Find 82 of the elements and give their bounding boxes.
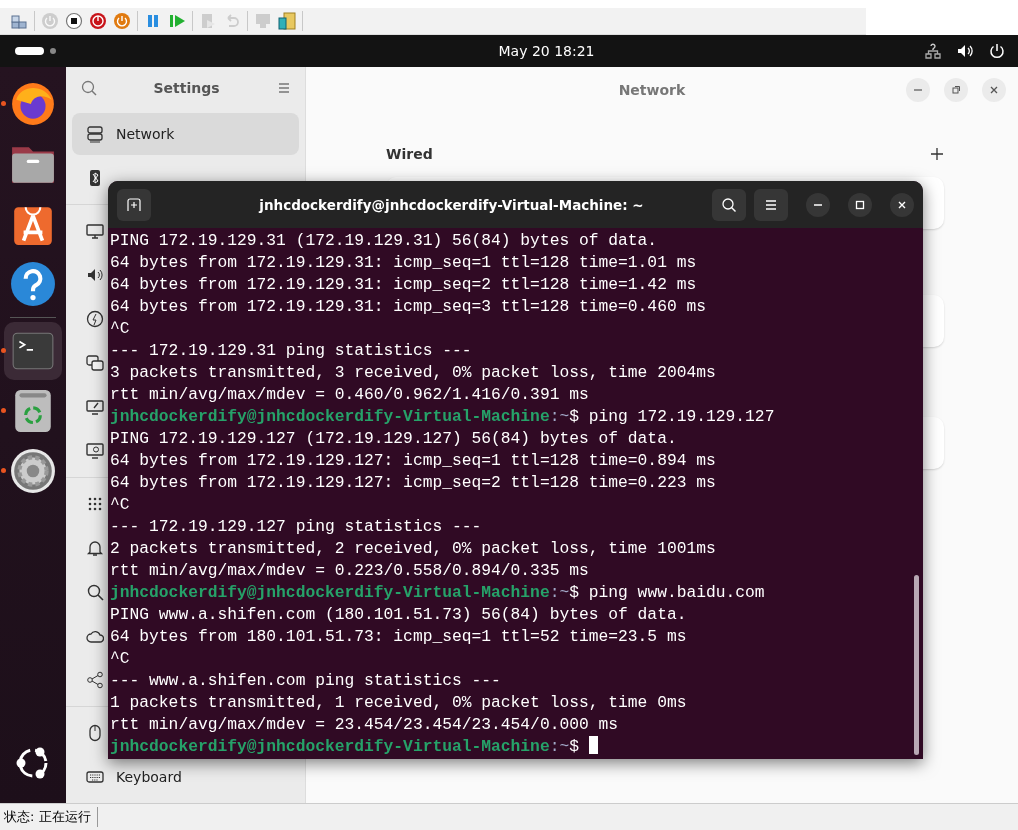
prompt-path: :~ <box>549 737 570 756</box>
add-icon[interactable] <box>930 147 944 161</box>
sidebar-title: Settings <box>152 79 221 96</box>
terminal-output: --- www.a.shifen.com ping statistics --- <box>110 671 501 690</box>
menu-button[interactable] <box>754 188 788 221</box>
search-icon <box>721 196 737 213</box>
terminal-output: 3 packets transmitted, 3 received, 0% packet loss, time 2004ms <box>110 363 716 382</box>
archive-icon[interactable] <box>278 12 296 30</box>
terminal-output: rtt min/avg/max/mdev = 0.223/0.558/0.894/0.335 ms <box>110 561 589 580</box>
network-icon <box>86 125 104 143</box>
terminal-output: 64 bytes from 172.19.129.127: icmp_seq=1 ttl=128 time=0.894 ms <box>110 451 716 470</box>
terminal-output: rtt min/avg/max/mdev = 23.454/23.454/23.454/0.000 ms <box>110 715 619 734</box>
close-button[interactable] <box>890 192 914 217</box>
keyboard-icon <box>86 768 104 786</box>
sidebar-item[interactable]: Keyboard <box>72 756 299 798</box>
stop-icon[interactable] <box>65 12 83 30</box>
terminal-command: $ ping 172.19.129.127 <box>569 407 775 426</box>
sidebar-item[interactable]: Network <box>72 113 299 155</box>
minimize-icon <box>914 89 922 91</box>
terminal-output: 2 packets transmitted, 2 received, 0% packet loss, time 1001ms <box>110 539 716 558</box>
search-icon[interactable] <box>80 78 98 97</box>
terminal-output: ^C <box>110 495 130 514</box>
prompt-user: jnhcdockerdify@jnhcdockerdify-Virtual-Machine <box>110 737 550 756</box>
workspace-dot <box>50 48 56 54</box>
prompt-path: :~ <box>549 407 570 426</box>
close-button[interactable] <box>982 78 1006 102</box>
play-icon[interactable] <box>168 12 186 30</box>
terminal-output: --- 172.19.129.31 ping statistics --- <box>110 341 472 360</box>
terminal-output: rtt min/avg/max/mdev = 0.460/0.962/1.416/0.391 ms <box>110 385 589 404</box>
prompt-user: jnhcdockerdify@jnhcdockerdify-Virtual-Machine <box>110 583 550 602</box>
search-button[interactable] <box>712 188 746 221</box>
terminal-output: PING 172.19.129.31 (172.19.129.31) 56(84) bytes of data. <box>110 231 658 250</box>
activities-pill[interactable] <box>15 47 44 55</box>
updater-icon <box>10 448 56 494</box>
network-icon[interactable] <box>924 42 942 60</box>
multitasking-icon <box>86 354 104 372</box>
close-icon <box>989 85 999 95</box>
section-title: Wired <box>386 146 433 162</box>
browser-icon <box>10 81 56 127</box>
shutdown-icon[interactable] <box>113 12 131 30</box>
prompt-user: jnhcdockerdify@jnhcdockerdify-Virtual-Machine <box>110 407 550 426</box>
terminal-output: 1 packets transmitted, 1 received, 0% packet loss, time 0ms <box>110 693 687 712</box>
maximize-button[interactable] <box>848 192 872 217</box>
restore-icon <box>951 85 961 95</box>
terminal-output: ^C <box>110 649 130 668</box>
maximize-icon <box>855 199 865 210</box>
terminal-output: 64 bytes from 180.101.51.73: icmp_seq=1 ttl=52 time=23.5 ms <box>110 627 687 646</box>
help-icon <box>10 261 56 307</box>
close-icon <box>897 199 907 210</box>
terminal-output: PING 172.19.129.127 (172.19.129.127) 56(84) bytes of data. <box>110 429 677 448</box>
power-icon <box>86 310 104 328</box>
display-icon <box>86 222 104 240</box>
vm-icon[interactable] <box>10 12 28 30</box>
terminal-output: 64 bytes from 172.19.129.127: icmp_seq=2 ttl=128 time=0.223 ms <box>110 473 716 492</box>
terminal-output: --- 172.19.129.127 ping statistics --- <box>110 517 482 536</box>
appearance-icon <box>86 398 104 416</box>
status-text: 状态: 正在运行 <box>0 807 98 827</box>
terminal-output: ^C <box>110 319 130 338</box>
apps-icon <box>86 495 104 513</box>
terminal-command: $ ping www.baidu.com <box>569 583 765 602</box>
page-title: Network <box>617 82 687 98</box>
reset-icon[interactable] <box>89 12 107 30</box>
mouse-icon <box>86 724 104 742</box>
terminal-output: 64 bytes from 172.19.129.31: icmp_seq=2 ttl=128 time=1.42 ms <box>110 275 697 294</box>
new-tab-button[interactable] <box>117 188 151 221</box>
minimize-button[interactable] <box>806 192 830 217</box>
prompt-path: :~ <box>549 583 570 602</box>
terminal-output: 64 bytes from 172.19.129.31: icmp_seq=1 ttl=128 time=1.01 ms <box>110 253 697 272</box>
terminal-output: PING www.a.shifen.com (180.101.51.73) 56(84) bytes of data. <box>110 605 687 624</box>
scrollbar-thumb[interactable] <box>914 575 919 755</box>
bell-icon <box>86 539 104 557</box>
window-title: jnhcdockerdify@jnhcdockerdify-Virtual-Machine: ~ <box>257 196 645 213</box>
terminal-command: $ <box>569 737 580 756</box>
new-tab-icon <box>126 196 142 213</box>
search-icon <box>86 583 104 601</box>
terminal-output: 64 bytes from 172.19.129.31: icmp_seq=3 ttl=128 time=0.460 ms <box>110 297 706 316</box>
share-icon <box>86 671 104 689</box>
clock[interactable]: May 20 18:21 <box>135 43 924 59</box>
desktop-icon <box>86 442 104 460</box>
minimize-icon <box>814 203 822 206</box>
restore-button[interactable] <box>944 78 968 102</box>
power-icon[interactable] <box>988 42 1006 60</box>
